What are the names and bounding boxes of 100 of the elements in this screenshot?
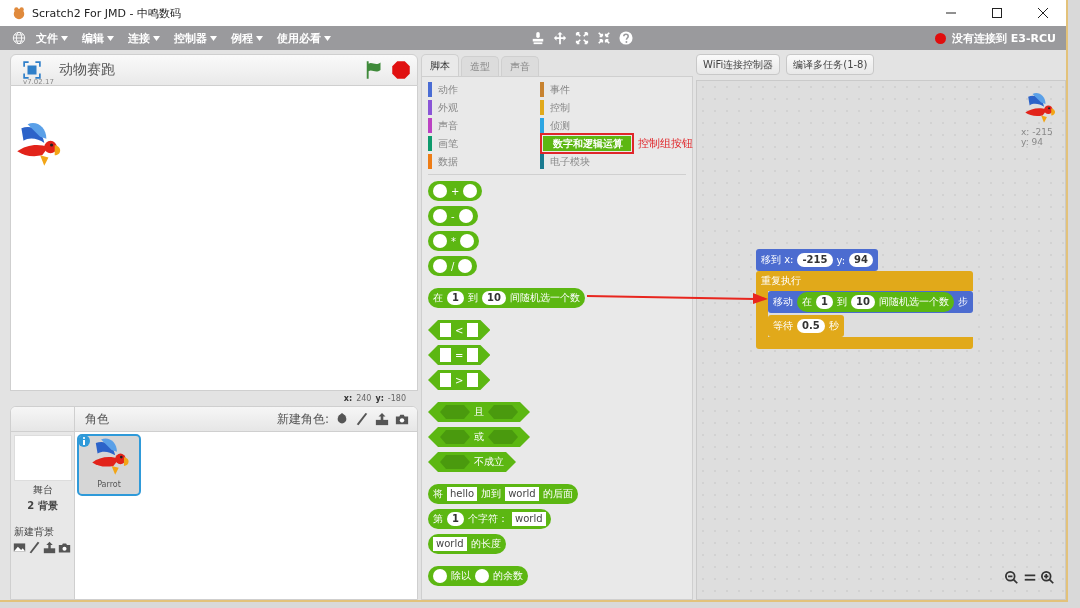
stop-icon[interactable]: [391, 60, 411, 80]
tab[interactable]: 声音: [501, 56, 539, 76]
reporter-block[interactable]: *: [428, 231, 479, 251]
empty-slot[interactable]: [467, 323, 479, 337]
boolean-block[interactable]: 或: [428, 427, 530, 447]
zoom-out-icon[interactable]: [1005, 571, 1019, 585]
stamp-icon[interactable]: [531, 31, 545, 45]
coord-value: -180: [387, 394, 406, 403]
boolean-block[interactable]: 且: [428, 402, 530, 422]
empty-slot[interactable]: [433, 184, 447, 198]
category-button[interactable]: 动作: [428, 82, 466, 97]
boolean-slot[interactable]: [488, 430, 518, 444]
menu-item[interactable]: 控制器: [170, 30, 221, 46]
empty-slot[interactable]: [475, 569, 489, 583]
boolean-slot[interactable]: [440, 455, 470, 469]
camera-icon[interactable]: [395, 412, 409, 426]
block-label: 重复执行: [761, 274, 801, 288]
empty-slot[interactable]: [463, 184, 478, 198]
reporter-block[interactable]: 除以 的余数: [428, 566, 528, 586]
text-input[interactable]: world: [433, 537, 467, 551]
boolean-slot[interactable]: [440, 405, 470, 419]
sprite-library-icon[interactable]: [335, 412, 349, 426]
boolean-block[interactable]: =: [428, 345, 491, 365]
number-input[interactable]: 10: [850, 295, 875, 309]
command-block[interactable]: 移动 在 1 到 10 间随机选一个数 步: [768, 291, 973, 313]
stage-thumbnail[interactable]: [13, 435, 72, 481]
empty-slot[interactable]: [433, 259, 447, 273]
paint-icon[interactable]: [28, 541, 41, 554]
number-input[interactable]: 1: [447, 512, 464, 526]
category-button[interactable]: 画笔: [428, 136, 466, 151]
reporter-block[interactable]: 在 1 到 10 间随机选一个数: [797, 292, 954, 312]
category-button[interactable]: 事件: [540, 82, 578, 97]
toolbar-button[interactable]: 编译多任务(1-8): [786, 54, 875, 75]
shrink-icon[interactable]: [597, 31, 611, 45]
empty-slot[interactable]: [460, 234, 474, 248]
text-input[interactable]: world: [511, 512, 546, 526]
text-input[interactable]: world: [505, 487, 539, 501]
menu-item[interactable]: 使用必看: [273, 30, 335, 46]
menu-item[interactable]: 编辑: [78, 30, 118, 46]
paint-icon[interactable]: [355, 412, 369, 426]
category-button[interactable]: 电子模块: [540, 154, 598, 169]
boolean-slot[interactable]: [440, 430, 470, 444]
close-button[interactable]: [1038, 8, 1048, 18]
block-label: 的后面: [542, 487, 573, 501]
info-icon[interactable]: [78, 435, 90, 447]
toolbar-button[interactable]: WiFi连接控制器: [696, 54, 781, 75]
empty-slot[interactable]: [433, 209, 447, 223]
reporter-block[interactable]: +: [428, 181, 483, 201]
reporter-block[interactable]: -: [428, 206, 478, 226]
number-input[interactable]: -215: [797, 253, 833, 267]
app-icon: [12, 6, 26, 20]
empty-slot[interactable]: [433, 234, 447, 248]
boolean-block[interactable]: >: [428, 370, 491, 390]
fullscreen-icon[interactable]: [21, 61, 43, 79]
upload-icon[interactable]: [375, 412, 389, 426]
number-input[interactable]: 1: [816, 295, 833, 309]
command-block[interactable]: 移到 x: -215 y: 94: [756, 249, 878, 271]
boolean-block[interactable]: <: [428, 320, 491, 340]
menu-item[interactable]: 连接: [124, 30, 164, 46]
boolean-slot[interactable]: [488, 405, 518, 419]
number-input[interactable]: 10: [481, 291, 506, 305]
maximize-button[interactable]: [992, 8, 1002, 18]
zoom-in-icon[interactable]: [1041, 571, 1055, 585]
menu-item[interactable]: 例程: [227, 30, 267, 46]
reporter-block[interactable]: world 的长度: [428, 534, 506, 554]
empty-slot[interactable]: [467, 373, 479, 387]
upload-icon[interactable]: [43, 541, 56, 554]
number-input[interactable]: 0.5: [797, 319, 825, 333]
tab[interactable]: 脚本: [421, 54, 459, 76]
boolean-block[interactable]: 不成立: [428, 452, 516, 472]
empty-slot[interactable]: [458, 259, 473, 273]
reporter-block[interactable]: 第 1 个字符： world: [428, 509, 551, 529]
category-button[interactable]: 数字和逻辑运算: [543, 136, 631, 151]
help-icon[interactable]: [619, 31, 633, 45]
reporter-block[interactable]: 在 1 到 10 间随机选一个数: [428, 288, 585, 308]
tab[interactable]: 造型: [461, 56, 499, 76]
image-icon[interactable]: [13, 541, 26, 554]
command-block[interactable]: 等待 0.5 秒: [768, 315, 844, 337]
menu-item[interactable]: 文件: [32, 30, 72, 46]
reporter-block[interactable]: /: [428, 256, 478, 276]
category-button[interactable]: 声音: [428, 118, 466, 133]
category-button[interactable]: 控制: [540, 100, 578, 115]
number-input[interactable]: 94: [849, 253, 873, 267]
expand-icon[interactable]: [575, 31, 589, 45]
text-input[interactable]: hello: [447, 487, 478, 501]
number-input[interactable]: 1: [447, 291, 464, 305]
globe-icon[interactable]: [12, 31, 26, 45]
sprite-tile[interactable]: Parrot: [77, 434, 141, 496]
script-area[interactable]: x: -215 y: 94 移到 x: -215 y: 94 重复执行 移动 在 1 到 10 间随机选一个数 步 等待 0.5 秒: [696, 80, 1066, 600]
empty-slot[interactable]: [458, 209, 473, 223]
loop-block[interactable]: 重复执行 移动 在 1 到 10 间随机选一个数 步 等待 0.5 秒: [756, 271, 973, 349]
camera-icon[interactable]: [58, 541, 71, 554]
category-button[interactable]: 外观: [428, 100, 466, 115]
coord-value: 240: [356, 394, 372, 403]
block-label: 或: [474, 430, 484, 444]
reporter-block[interactable]: 将 hello 加到 world 的后面: [428, 484, 578, 504]
empty-slot[interactable]: [433, 569, 447, 583]
category-button[interactable]: 数据: [428, 154, 466, 169]
grow-arrows-icon[interactable]: [553, 31, 567, 45]
empty-slot[interactable]: [467, 348, 479, 362]
